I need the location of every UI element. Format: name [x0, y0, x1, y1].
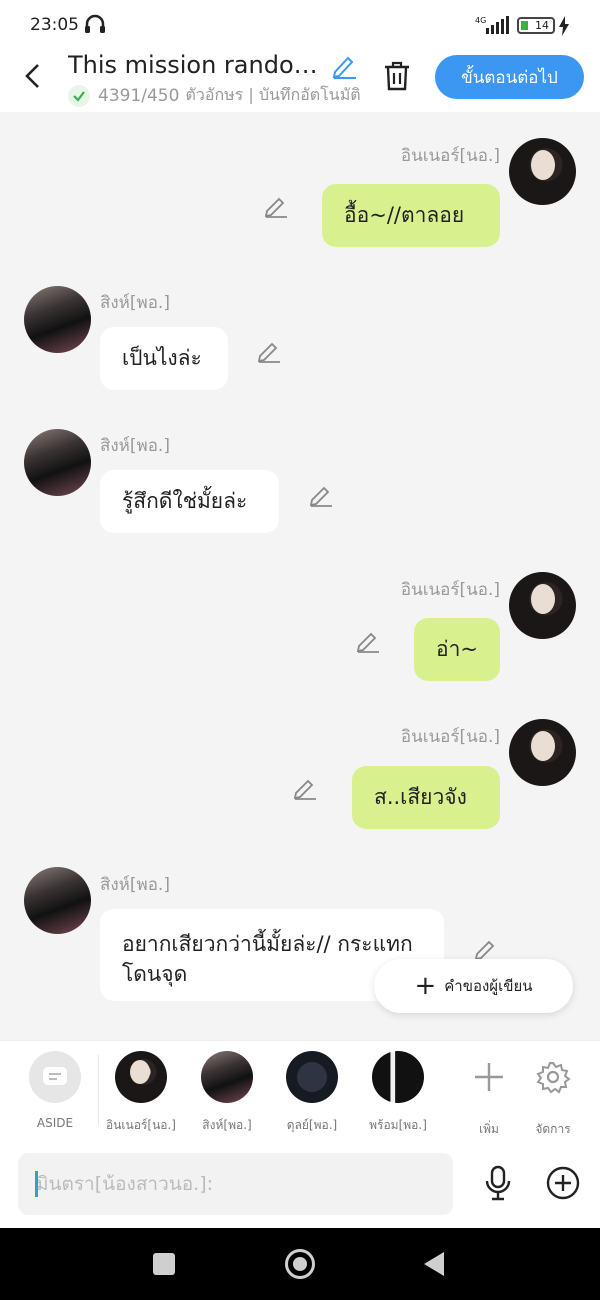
manage-label: จัดการ — [535, 1122, 571, 1136]
status-time: 23:05 — [30, 15, 79, 35]
sender-name: สิงห์[พอ.] — [100, 436, 170, 456]
avatar[interactable] — [509, 138, 576, 205]
avatar[interactable] — [509, 572, 576, 639]
avatar — [115, 1051, 167, 1103]
character-label: พร้อม[พอ.] — [369, 1118, 427, 1132]
character-bar: ASIDE อินเนอร์[นอ.] สิงห์[พอ.] ดุลย์[พอ.… — [0, 1040, 600, 1140]
edit-title-icon[interactable] — [330, 52, 358, 80]
edit-message-icon[interactable] — [355, 628, 381, 654]
message-bubble[interactable]: รู้สึกดีใช่มั้ยล่ะ — [100, 470, 279, 533]
manage-characters-button[interactable]: จัดการ — [513, 1051, 593, 1139]
add-circle-icon[interactable] — [546, 1166, 580, 1200]
aside-icon — [29, 1051, 81, 1103]
edit-message-icon[interactable] — [292, 775, 318, 801]
edit-message-icon[interactable] — [256, 338, 282, 364]
character-item[interactable]: ดุลย์[พอ.] — [272, 1051, 352, 1135]
edit-message-icon[interactable] — [308, 482, 334, 508]
message-bubble[interactable]: เป็นไงล่ะ — [100, 327, 228, 390]
message-bubble[interactable]: อ่า~ — [414, 618, 500, 681]
charging-icon — [559, 16, 569, 36]
autosave-label: ตัวอักษร | บันทึกอัตโนมัติ — [185, 85, 361, 104]
battery-level: 14 — [535, 19, 549, 32]
sender-name: อินเนอร์[นอ.] — [400, 580, 500, 600]
plus-icon: + — [414, 971, 437, 1001]
avatar[interactable] — [24, 867, 91, 934]
text-caret — [35, 1171, 38, 1197]
network-label: 4G — [475, 16, 486, 25]
header: This mission randoml... 4391/450 ตัวอักษ… — [0, 50, 600, 112]
message-bubble[interactable]: อื้อ~//ตาลอย — [322, 184, 500, 247]
character-item[interactable]: อินเนอร์[นอ.] — [101, 1051, 181, 1135]
microphone-icon[interactable] — [482, 1165, 514, 1201]
character-item[interactable]: สิงห์[พอ.] — [187, 1051, 267, 1135]
trash-icon[interactable] — [382, 60, 412, 92]
avatar[interactable] — [24, 429, 91, 496]
aside-character[interactable]: ASIDE — [15, 1051, 95, 1130]
system-nav-bar — [0, 1228, 600, 1300]
recents-button[interactable] — [153, 1253, 175, 1275]
home-button[interactable] — [285, 1249, 315, 1279]
edit-message-icon[interactable] — [263, 193, 289, 219]
char-count: 4391/450 — [98, 85, 180, 106]
status-bar: 23:05 4G 14 — [0, 0, 600, 50]
avatar — [372, 1051, 424, 1103]
back-icon[interactable] — [20, 62, 48, 90]
check-icon — [68, 84, 90, 107]
headphones-icon — [85, 14, 105, 33]
plus-icon — [475, 1063, 503, 1091]
character-item[interactable]: พร้อม[พอ.] — [358, 1051, 438, 1135]
avatar[interactable] — [509, 719, 576, 786]
author-note-button[interactable]: + คำของผู้เขียน — [374, 959, 573, 1013]
character-label: สิงห์[พอ.] — [202, 1118, 252, 1132]
page-title: This mission randoml... — [68, 51, 326, 79]
sender-name: สิงห์[พอ.] — [100, 875, 170, 895]
avatar[interactable] — [24, 286, 91, 353]
next-step-button[interactable]: ขั้นตอนต่อไป — [435, 55, 584, 99]
sender-name: อินเนอร์[นอ.] — [400, 727, 500, 747]
sender-name: สิงห์[พอ.] — [100, 293, 170, 313]
character-label: ดุลย์[พอ.] — [286, 1118, 338, 1132]
avatar — [201, 1051, 253, 1103]
author-note-label: คำของผู้เขียน — [444, 977, 533, 995]
battery-indicator: 14 — [517, 17, 555, 34]
message-bubble[interactable]: ส..เสียวจัง — [352, 766, 500, 829]
avatar — [286, 1051, 338, 1103]
chat-area: อินเนอร์[นอ.] อื้อ~//ตาลอย สิงห์[พอ.] เป… — [0, 112, 600, 1040]
message-input[interactable] — [18, 1153, 453, 1215]
sender-name: อินเนอร์[นอ.] — [400, 146, 500, 166]
input-bar — [0, 1140, 600, 1228]
character-label: อินเนอร์[นอ.] — [106, 1118, 176, 1132]
title-meta: 4391/450 ตัวอักษร | บันทึกอัตโนมัติ — [68, 83, 361, 108]
gear-icon — [536, 1062, 571, 1094]
aside-label: ASIDE — [36, 1116, 74, 1130]
divider — [98, 1055, 99, 1125]
signal-icon: 4G — [475, 16, 509, 34]
system-back-button[interactable] — [424, 1252, 444, 1276]
